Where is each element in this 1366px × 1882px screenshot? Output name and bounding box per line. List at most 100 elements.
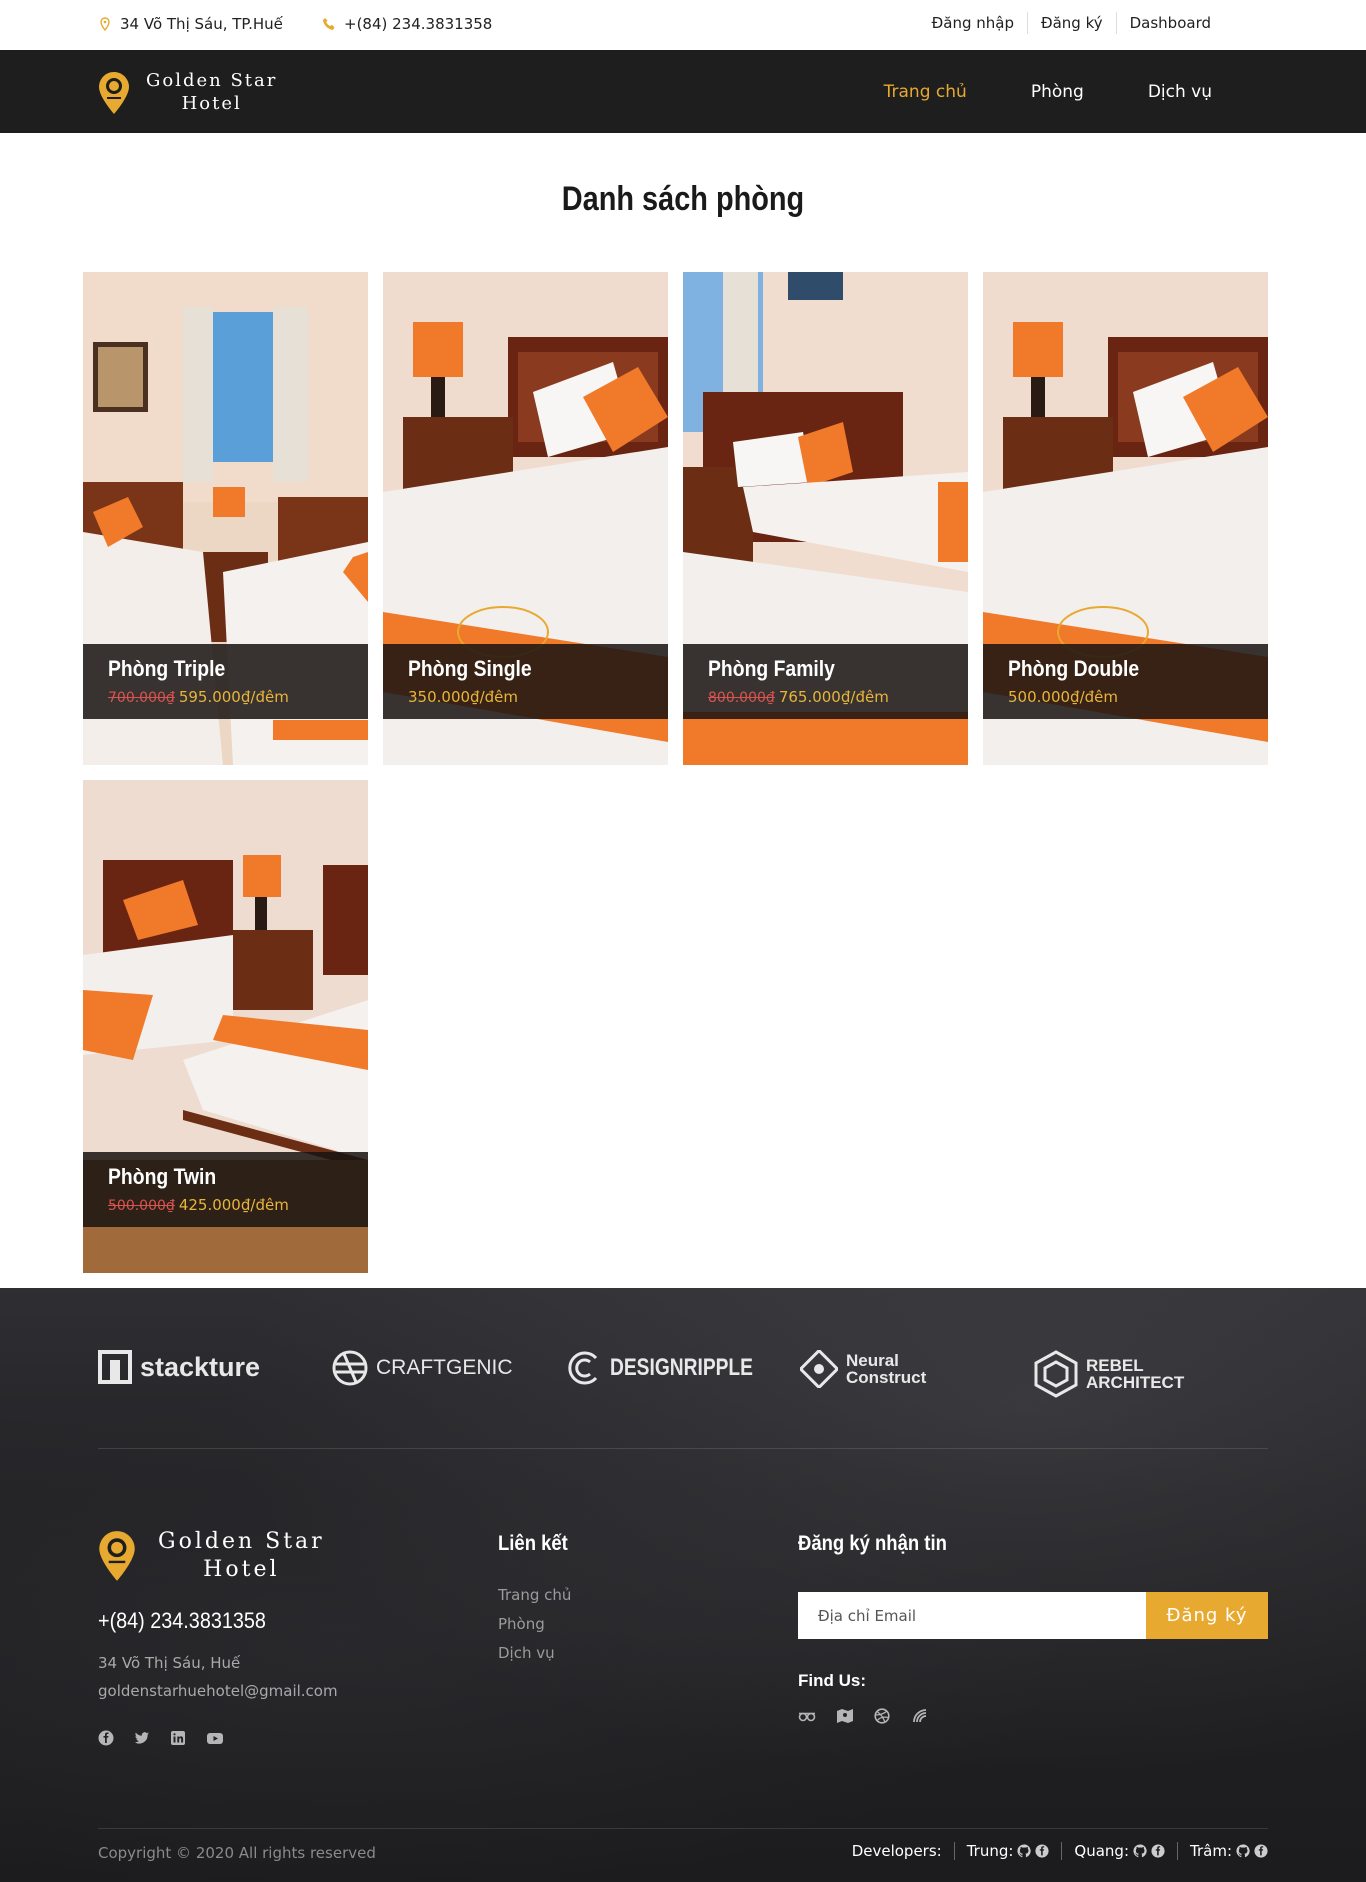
newsletter-heading: Đăng ký nhận tin	[798, 1532, 947, 1555]
twitter-icon[interactable]	[134, 1730, 150, 1746]
github-icon[interactable]	[1017, 1844, 1032, 1858]
room-current-price: 765.000₫/đêm	[778, 688, 889, 706]
developer-tram: Trâm:	[1177, 1842, 1268, 1860]
location-logo-icon	[99, 1530, 135, 1581]
brand-logo-designripple: DESIGNRIPPLE	[566, 1350, 789, 1386]
rebel-architect-logo-icon	[1034, 1350, 1078, 1398]
developers-credits: Developers: Trung: Quang: Trâm:	[840, 1842, 1268, 1860]
dashboard-link[interactable]: Dashboard	[1115, 12, 1224, 34]
tripadvisor-icon[interactable]	[798, 1708, 816, 1724]
find-us-links	[798, 1708, 930, 1724]
brand-logo-neural-construct: Neural Construct	[800, 1350, 946, 1388]
phone-info: +(84) 234.3831358	[322, 15, 492, 33]
developer-name: Trung:	[966, 1842, 1014, 1860]
github-icon[interactable]	[1133, 1844, 1147, 1858]
nav-home[interactable]: Trang chủ	[884, 82, 967, 102]
room-caption: Phòng Triple 700.000₫ 595.000₫/đêm	[83, 644, 368, 719]
address-text: 34 Võ Thị Sáu, TP.Huế	[120, 15, 283, 33]
footer-email[interactable]: goldenstarhuehotel@gmail.com	[98, 1682, 338, 1700]
footer-logo[interactable]: Golden Star Hotel	[98, 1528, 325, 1583]
footer-divider	[98, 1448, 1268, 1449]
room-old-price: 700.000₫	[108, 690, 175, 706]
room-price: 500.000₫/đêm	[1008, 688, 1268, 706]
dribbble-icon[interactable]	[874, 1708, 892, 1724]
register-link[interactable]: Đăng ký	[1026, 12, 1116, 34]
craftgenic-logo-icon	[332, 1350, 368, 1386]
youtube-icon[interactable]	[206, 1730, 223, 1746]
room-name: Phòng Double	[1008, 656, 1140, 681]
room-name: Phòng Family	[708, 656, 835, 681]
footer-links: Trang chủ Phòng Dịch vụ	[498, 1586, 571, 1673]
brand-name: Neural Construct	[846, 1351, 927, 1387]
facebook-icon[interactable]	[98, 1730, 114, 1746]
page-title: Danh sách phòng	[561, 180, 805, 218]
subscribe-button[interactable]: Đăng ký	[1146, 1592, 1268, 1639]
developer-quang: Quang:	[1061, 1842, 1177, 1860]
linkedin-icon[interactable]	[170, 1730, 186, 1746]
footer-link-home[interactable]: Trang chủ	[498, 1586, 571, 1604]
room-price: 800.000₫ 765.000₫/đêm	[708, 688, 968, 706]
stackture-logo-icon	[98, 1350, 132, 1384]
address-info: 34 Võ Thị Sáu, TP.Huế	[98, 15, 283, 33]
room-card-double[interactable]: Phòng Double 500.000₫/đêm	[983, 272, 1268, 765]
newsletter-form: Địa chỉ Email Đăng ký	[798, 1592, 1268, 1639]
login-link[interactable]: Đăng nhập	[919, 12, 1027, 34]
logo-name-line2: Hotel	[181, 92, 242, 114]
footer-address: 34 Võ Thị Sáu, Huế	[98, 1654, 241, 1672]
brand-name: CRAFTGENIC	[376, 1356, 513, 1379]
developer-name: Quang:	[1074, 1842, 1130, 1860]
facebook-icon[interactable]	[1151, 1844, 1165, 1858]
nav-services[interactable]: Dịch vụ	[1148, 82, 1212, 102]
site-footer: stackture CRAFTGENIC DESIGNRIPPLE Neural…	[0, 1288, 1366, 1882]
site-logo[interactable]: Golden Star Hotel	[98, 70, 277, 115]
nav-rooms[interactable]: Phòng	[1031, 82, 1084, 102]
developers-label: Developers:	[851, 1842, 942, 1860]
logo-name-line1: Golden Star	[146, 70, 278, 91]
wifi-icon[interactable]	[912, 1708, 930, 1724]
room-old-price: 800.000₫	[708, 690, 775, 706]
account-links: Đăng nhập Đăng ký Dashboard	[919, 12, 1224, 34]
developer-name: Trâm:	[1190, 1842, 1232, 1860]
logo-name-line1: Golden Star	[158, 1529, 325, 1554]
room-price: 500.000₫ 425.000₫/đêm	[108, 1196, 368, 1214]
room-caption: Phòng Double 500.000₫/đêm	[983, 644, 1268, 719]
facebook-icon[interactable]	[1035, 1844, 1049, 1858]
links-heading: Liên kết	[498, 1532, 568, 1555]
brand-logo-craftgenic: CRAFTGENIC	[332, 1350, 513, 1386]
phone-icon	[323, 18, 335, 30]
main-header: Golden Star Hotel Trang chủ Phòng Dịch v…	[0, 50, 1366, 133]
brand-name: REBEL ARCHITECT	[1086, 1356, 1185, 1392]
footer-phone: +(84) 234.3831358	[98, 1608, 266, 1633]
room-name: Phòng Single	[408, 656, 532, 681]
footer-link-rooms[interactable]: Phòng	[498, 1615, 571, 1633]
room-caption: Phòng Family 800.000₫ 765.000₫/đêm	[683, 644, 968, 719]
top-bar: 34 Võ Thị Sáu, TP.Huế +(84) 234.3831358 …	[0, 0, 1366, 50]
developer-trung: Trung:	[953, 1842, 1062, 1860]
room-caption: Phòng Twin 500.000₫ 425.000₫/đêm	[83, 1152, 368, 1227]
find-us-label: Find Us:	[798, 1671, 866, 1690]
room-caption: Phòng Single 350.000₫/đêm	[383, 644, 668, 719]
facebook-icon[interactable]	[1254, 1844, 1268, 1858]
logo-name-line2: Hotel	[203, 1556, 280, 1582]
email-input[interactable]: Địa chỉ Email	[798, 1592, 1146, 1639]
room-name: Phòng Twin	[108, 1164, 217, 1189]
room-current-price: 500.000₫/đêm	[1008, 688, 1118, 706]
footer-bottom-divider	[98, 1828, 1268, 1829]
room-card-twin[interactable]: Phòng Twin 500.000₫ 425.000₫/đêm	[83, 780, 368, 1273]
room-card-single[interactable]: Phòng Single 350.000₫/đêm	[383, 272, 668, 765]
room-card-family[interactable]: Phòng Family 800.000₫ 765.000₫/đêm	[683, 272, 968, 765]
room-current-price: 595.000₫/đêm	[178, 688, 289, 706]
main-nav: Trang chủ Phòng Dịch vụ	[884, 50, 1212, 133]
room-old-price: 500.000₫	[108, 1198, 175, 1214]
brand-logo-rebel-architect: REBEL ARCHITECT	[1034, 1350, 1186, 1398]
room-price: 700.000₫ 595.000₫/đêm	[108, 688, 368, 706]
footer-link-services[interactable]: Dịch vụ	[498, 1644, 571, 1662]
designripple-logo-icon	[568, 1351, 598, 1385]
phone-text: +(84) 234.3831358	[344, 15, 493, 33]
map-icon[interactable]	[836, 1708, 854, 1724]
social-links	[98, 1730, 223, 1746]
github-icon[interactable]	[1236, 1844, 1250, 1858]
neural-construct-logo-icon	[800, 1350, 838, 1388]
room-card-triple[interactable]: Phòng Triple 700.000₫ 595.000₫/đêm	[83, 272, 368, 765]
room-name: Phòng Triple	[108, 656, 226, 681]
